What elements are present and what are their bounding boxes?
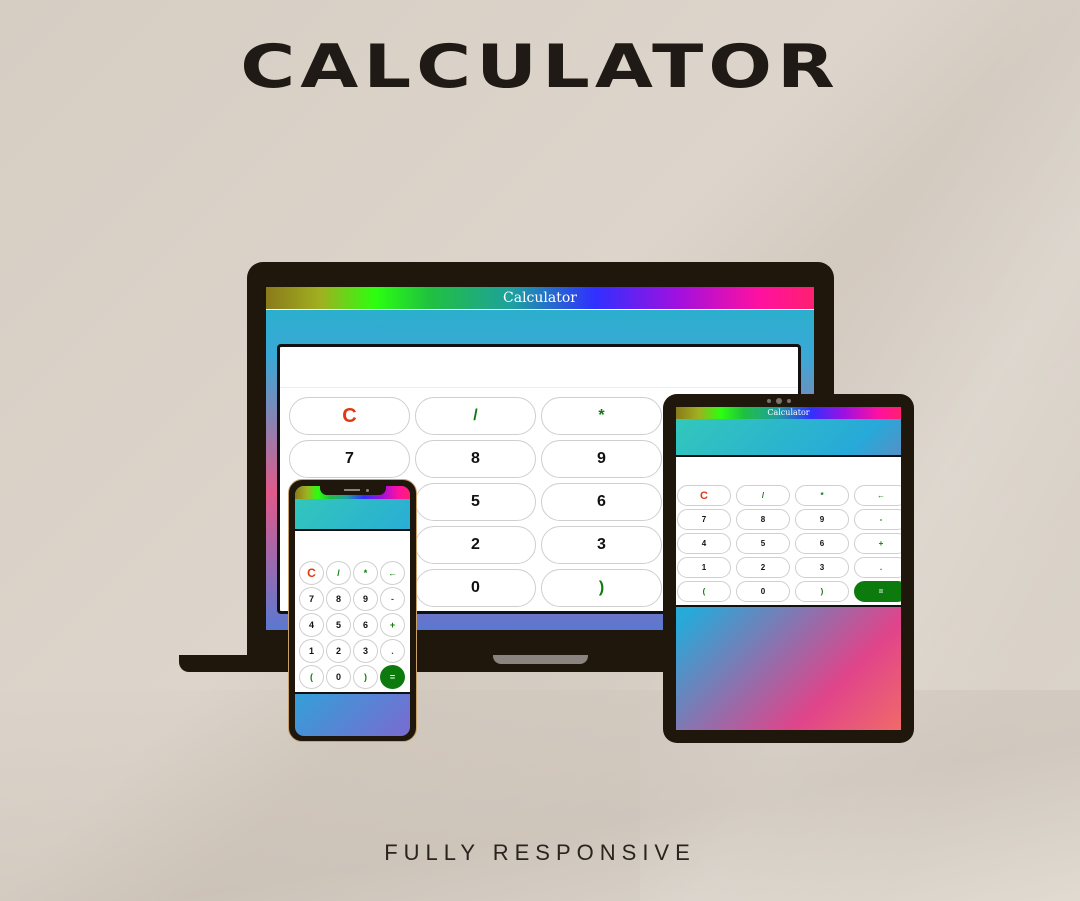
digit-9-button[interactable]: 9 — [795, 509, 849, 530]
calculator-header-gradient — [295, 499, 410, 529]
decimal-button[interactable]: . — [380, 639, 405, 663]
digit-5-button[interactable]: 5 — [326, 613, 351, 637]
digit-5-button[interactable]: 5 — [736, 533, 790, 554]
close-paren-button[interactable]: ) — [795, 581, 849, 602]
background-shadow-band — [0, 690, 1080, 901]
digit-3-button[interactable]: 3 — [353, 639, 378, 663]
subtract-button[interactable]: - — [854, 509, 901, 530]
multiply-button[interactable]: * — [541, 397, 662, 435]
digit-6-button[interactable]: 6 — [541, 483, 662, 521]
digit-2-button[interactable]: 2 — [736, 557, 790, 578]
equals-button[interactable]: = — [380, 665, 405, 689]
poster-title: CALCULATOR — [240, 32, 840, 102]
phone-device: C / * ← 7 8 9- 4 5 6 +1 2 3. (0) = — [288, 479, 417, 742]
digit-1-button[interactable]: 1 — [299, 639, 324, 663]
digit-2-button[interactable]: 2 — [415, 526, 536, 564]
tablet-camera-icon — [767, 398, 793, 404]
laptop-hinge-notch — [493, 655, 588, 664]
digit-6-button[interactable]: 6 — [795, 533, 849, 554]
decimal-button[interactable]: . — [854, 557, 901, 578]
backspace-button[interactable]: ← — [854, 485, 901, 506]
poster-tagline: FULLY RESPONSIVE — [384, 840, 696, 865]
divide-button[interactable]: / — [415, 397, 536, 435]
digit-3-button[interactable]: 3 — [541, 526, 662, 564]
digit-3-button[interactable]: 3 — [795, 557, 849, 578]
clear-button[interactable]: C — [289, 397, 410, 435]
calculator-panel: C/*← 789- 456+123. (0)= — [676, 455, 901, 607]
digit-2-button[interactable]: 2 — [326, 639, 351, 663]
digit-7-button[interactable]: 7 — [677, 509, 731, 530]
calculator-header-gradient — [266, 310, 814, 343]
backspace-button[interactable]: ← — [380, 561, 405, 585]
calculator-keypad: C/*← 789- 456+123. (0)= — [677, 485, 901, 602]
open-paren-button[interactable]: ( — [299, 665, 324, 689]
digit-9-button[interactable]: 9 — [353, 587, 378, 611]
calculator-display[interactable] — [280, 347, 798, 388]
calculator-panel: C/*← 789- 456+123. (0)= — [295, 529, 410, 694]
digit-6-button[interactable]: 6 — [353, 613, 378, 637]
calculator-title-bar: Calculator — [676, 407, 901, 419]
divide-button[interactable]: / — [326, 561, 351, 585]
tablet-device: Calculator C / * ← 7 8 9- 4 5 6 +1 2 3. (0) = — [663, 394, 914, 743]
digit-5-button[interactable]: 5 — [415, 483, 536, 521]
digit-0-button[interactable]: 0 — [736, 581, 790, 602]
digit-4-button[interactable]: 4 — [677, 533, 731, 554]
phone-notch — [320, 486, 386, 495]
digit-7-button[interactable]: 7 — [299, 587, 324, 611]
clear-button[interactable]: C — [299, 561, 324, 585]
calculator-title-bar: Calculator — [266, 287, 814, 310]
digit-0-button[interactable]: 0 — [326, 665, 351, 689]
divide-button[interactable]: / — [736, 485, 790, 506]
clear-button[interactable]: C — [677, 485, 731, 506]
add-button[interactable]: + — [380, 613, 405, 637]
equals-button[interactable]: = — [854, 581, 901, 602]
calculator-header-gradient — [676, 419, 901, 455]
digit-0-button[interactable]: 0 — [415, 569, 536, 607]
tablet-screen: Calculator C / * ← 7 8 9- 4 5 6 +1 2 3. (0) = — [676, 407, 901, 730]
open-paren-button[interactable]: ( — [677, 581, 731, 602]
camera-icon — [366, 489, 369, 492]
digit-8-button[interactable]: 8 — [736, 509, 790, 530]
calculator-display[interactable] — [295, 531, 410, 559]
digit-9-button[interactable]: 9 — [541, 440, 662, 478]
calculator-display[interactable] — [676, 457, 901, 485]
add-button[interactable]: + — [854, 533, 901, 554]
digit-1-button[interactable]: 1 — [677, 557, 731, 578]
phone-screen: C / * ← 7 8 9- 4 5 6 +1 2 3. (0) = — [295, 486, 410, 736]
multiply-button[interactable]: * — [795, 485, 849, 506]
close-paren-button[interactable]: ) — [541, 569, 662, 607]
digit-8-button[interactable]: 8 — [326, 587, 351, 611]
multiply-button[interactable]: * — [353, 561, 378, 585]
digit-7-button[interactable]: 7 — [289, 440, 410, 478]
close-paren-button[interactable]: ) — [353, 665, 378, 689]
digit-4-button[interactable]: 4 — [299, 613, 324, 637]
speaker-icon — [344, 489, 360, 491]
digit-8-button[interactable]: 8 — [415, 440, 536, 478]
subtract-button[interactable]: - — [380, 587, 405, 611]
calculator-keypad: C/*← 789- 456+123. (0)= — [299, 561, 405, 689]
